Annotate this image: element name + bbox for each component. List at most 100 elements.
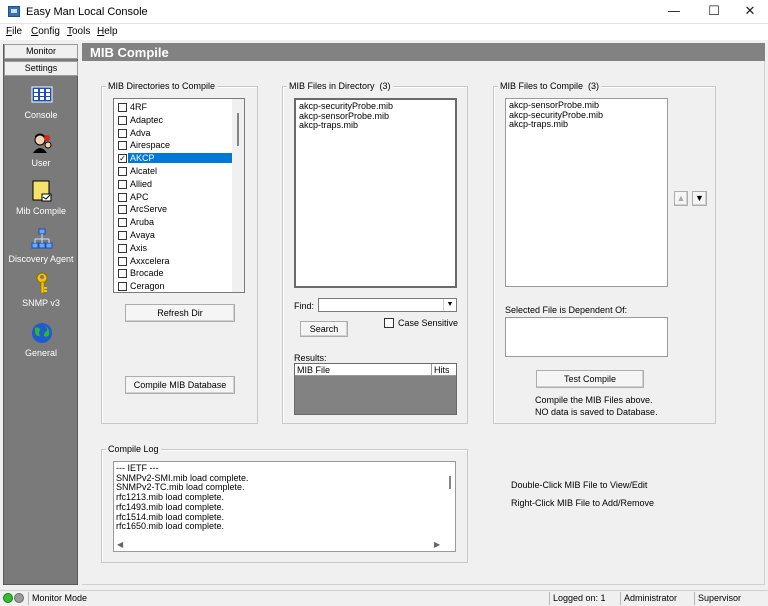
results-col-mib-file[interactable]: MIB File (295, 364, 432, 376)
directory-checkbox[interactable] (118, 167, 127, 176)
mib-directories-list[interactable]: 4RF Adaptec Adva Airespace ✓ AKCP Alcatel Allie… (113, 98, 245, 293)
nav-item-discovery-agent[interactable]: Discovery Agent (4, 228, 78, 274)
results-col-hits[interactable]: Hits (432, 364, 456, 376)
list-item[interactable]: akcp-traps.mib (299, 121, 452, 131)
menu-file[interactable]: File (6, 26, 22, 37)
directory-checkbox[interactable] (118, 128, 127, 138)
menu-help-label: elp (104, 26, 118, 37)
scroll-right-icon[interactable]: ▶ (434, 540, 440, 549)
globe-icon (32, 323, 52, 343)
results-label: Results: (294, 353, 327, 363)
results-table[interactable]: MIB File Hits (294, 363, 457, 415)
list-item[interactable]: Avaya (116, 229, 232, 242)
move-up-button[interactable]: ▲ (674, 191, 688, 206)
nav-label-snmp-v3: SNMP v3 (22, 298, 60, 308)
directory-label: Aruba (130, 217, 155, 228)
test-compile-button[interactable]: Test Compile (536, 370, 644, 388)
close-button[interactable]: ✕ (730, 0, 768, 24)
mib-files-in-directory-list[interactable]: akcp-securityProbe.mib akcp-sensorProbe.m… (294, 98, 457, 288)
mib-files-to-compile-list[interactable]: akcp-sensorProbe.mib akcp-securityProbe.m… (505, 98, 668, 287)
mib-files-to-compile-label: MIB Files to Compile (3) (498, 81, 602, 91)
menu-help[interactable]: Help (97, 26, 118, 37)
directory-label: Alcatel (130, 166, 158, 176)
dependent-label: Selected File is Dependent Of: (505, 305, 628, 315)
compile-mib-database-button[interactable]: Compile MIB Database (125, 376, 235, 394)
mib-directories-label: MIB Directories to Compile (106, 81, 218, 91)
directory-checkbox[interactable] (118, 282, 127, 292)
nav-label-discovery-agent: Discovery Agent (8, 254, 74, 264)
status-led-gray-icon (14, 593, 24, 603)
mib-directories-scrollbar[interactable] (232, 99, 244, 292)
nav-item-console[interactable]: Console (4, 84, 78, 130)
list-item[interactable]: ArcServe (116, 203, 232, 216)
directory-checkbox[interactable] (118, 205, 127, 215)
directory-checkbox[interactable] (118, 243, 127, 253)
directory-checkbox[interactable] (118, 141, 127, 151)
scroll-left-icon[interactable]: ◀ (117, 540, 123, 549)
directory-checkbox[interactable] (118, 115, 127, 125)
directory-checkbox[interactable] (118, 179, 127, 189)
list-item[interactable]: akcp-traps.mib (509, 120, 664, 130)
directory-label: Airespace (130, 140, 171, 151)
dependent-list[interactable] (505, 317, 668, 357)
window-title: Easy Man Local Console (26, 6, 148, 18)
mib-files-to-compile-count: (3) (588, 81, 600, 91)
directory-label: ArcServe (130, 204, 168, 215)
nav-item-general[interactable]: General (4, 322, 78, 368)
list-item[interactable]: Alcatel (116, 165, 232, 178)
directory-checkbox[interactable] (118, 256, 127, 266)
maximize-button[interactable]: ☐ (694, 0, 734, 24)
find-combobox[interactable]: ▼ (318, 298, 457, 312)
move-down-button[interactable]: ▼ (692, 191, 707, 206)
mib-directories-scroll-thumb[interactable] (237, 113, 239, 146)
list-item[interactable]: Ceragon (116, 280, 232, 292)
compile-log-label: Compile Log (106, 444, 161, 454)
case-sensitive-checkbox[interactable] (384, 318, 394, 328)
compile-log-vscroll-thumb[interactable] (449, 476, 451, 489)
compile-log-text[interactable]: --- IETF --- SNMPv2-SMI.mib load complete… (113, 461, 456, 552)
nav-item-user[interactable]: User (4, 132, 78, 178)
tab-settings[interactable]: Settings (4, 61, 78, 76)
mib-files-in-directory-title: MIB Files in Directory (289, 81, 375, 91)
list-item[interactable]: Adva (116, 127, 232, 140)
nav-item-mib-compile[interactable]: Mib Compile (4, 180, 78, 226)
minimize-button[interactable]: — (654, 0, 694, 24)
list-item[interactable]: Airespace (116, 139, 232, 152)
arrow-down-icon: ▼ (695, 193, 704, 203)
user-icon (33, 133, 52, 153)
search-button[interactable]: Search (300, 321, 348, 337)
directory-label: Axis (130, 242, 148, 253)
list-item[interactable]: 4RF (116, 101, 232, 114)
list-item[interactable]: Aruba (116, 216, 232, 229)
directory-checkbox[interactable]: ✓ (118, 154, 127, 164)
arrow-up-icon: ▲ (676, 193, 686, 203)
list-item[interactable]: Brocade (116, 267, 232, 280)
directory-label: Adaptec (130, 114, 164, 125)
mib-files-in-directory-count: (3) (379, 81, 391, 91)
list-item[interactable]: Axxcelera (116, 255, 232, 268)
nav-item-snmp-v3[interactable]: SNMP v3 (4, 272, 78, 318)
directory-label: 4RF (130, 102, 148, 112)
directory-checkbox[interactable] (118, 231, 127, 240)
list-item[interactable]: APC (116, 191, 232, 204)
menu-file-label: ile (12, 26, 23, 37)
refresh-dir-button[interactable]: Refresh Dir (125, 304, 235, 322)
mib-files-in-directory-label: MIB Files in Directory (3) (287, 81, 393, 91)
directory-checkbox[interactable] (118, 103, 127, 112)
menu-tools[interactable]: Tools (67, 26, 90, 37)
key-icon (36, 272, 48, 294)
chevron-down-icon[interactable]: ▼ (443, 299, 456, 311)
mib-compile-icon (32, 180, 52, 202)
tab-monitor[interactable]: Monitor (4, 44, 78, 59)
directory-checkbox[interactable] (118, 218, 127, 228)
list-item[interactable]: Axis (116, 242, 232, 255)
list-item[interactable]: Allied (116, 178, 232, 191)
list-item[interactable]: ✓ AKCP (116, 152, 232, 165)
compile-note-line1: Compile the MIB Files above. (535, 395, 653, 405)
menu-config[interactable]: Config (31, 26, 60, 37)
list-item[interactable]: Adaptec (116, 114, 232, 127)
directory-checkbox[interactable] (118, 269, 127, 279)
directory-label: Avaya (130, 230, 155, 240)
directory-checkbox[interactable] (118, 192, 127, 202)
directory-label: Adva (130, 127, 151, 138)
